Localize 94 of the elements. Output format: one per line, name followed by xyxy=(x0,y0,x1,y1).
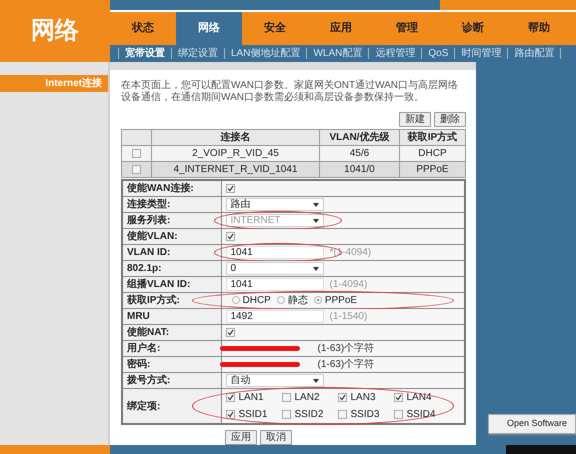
dropdown[interactable]: 路由 xyxy=(226,198,324,211)
checkbox[interactable] xyxy=(226,410,234,419)
field-label: MRU xyxy=(122,308,221,324)
table-button[interactable]: 新建 xyxy=(399,112,431,127)
checkbox[interactable] xyxy=(338,392,346,402)
field-label: 使能VLAN: xyxy=(122,228,221,244)
field-label: 绑定项: xyxy=(122,388,221,424)
checkbox-label: SSID4 xyxy=(406,409,436,420)
check-icon xyxy=(227,411,234,418)
checkbox-label: LAN3 xyxy=(350,392,376,403)
checkbox-label: SSID2 xyxy=(294,409,324,420)
table-cell: 45/6 xyxy=(320,146,400,162)
nav-tab[interactable]: 管理 xyxy=(374,12,440,45)
checkbox[interactable] xyxy=(282,392,290,402)
length-hint: (1-63)个字符 xyxy=(318,343,374,354)
nav-tab[interactable]: 状态 xyxy=(110,12,176,45)
form-button[interactable]: 应用 xyxy=(225,430,257,445)
field-label: 拨号方式: xyxy=(122,372,221,388)
radio-button[interactable] xyxy=(232,296,240,304)
checkbox[interactable] xyxy=(226,392,234,402)
column-header: 连接名 xyxy=(152,130,320,146)
radio-label: 静态 xyxy=(288,295,308,306)
checkbox-label: LAN4 xyxy=(406,392,432,403)
field-label: 组播VLAN ID: xyxy=(122,276,221,292)
sub-nav-link[interactable]: 路由配置 xyxy=(507,48,562,59)
row-checkbox[interactable] xyxy=(132,148,141,158)
range-hint: (1-1540) xyxy=(330,311,368,322)
field-label: 密码: xyxy=(122,356,221,372)
nav-tab[interactable]: 应用 xyxy=(308,12,374,45)
sub-nav-link[interactable]: 绑定设置 xyxy=(171,48,224,59)
sub-nav-link[interactable]: 远程管理 xyxy=(368,48,422,59)
checkbox-label: SSID3 xyxy=(350,409,380,420)
input-field[interactable]: 1041 xyxy=(226,278,324,291)
check-icon xyxy=(227,329,234,336)
logo-title: 网络 xyxy=(31,16,79,46)
checkbox[interactable] xyxy=(282,410,290,419)
field-label: 服务列表: xyxy=(122,212,221,228)
caret-icon xyxy=(312,218,318,222)
nav-tab[interactable]: 诊断 xyxy=(440,12,506,45)
check-icon xyxy=(227,233,234,240)
table-cell: 4_INTERNET_R_VID_1041 xyxy=(152,162,320,178)
checkbox[interactable] xyxy=(394,410,402,419)
radio-label: DHCP xyxy=(242,295,271,306)
table-cell: DHCP xyxy=(399,146,466,162)
table-cell: 2_VOIP_R_VID_45 xyxy=(152,146,320,162)
input-field[interactable]: 1492 xyxy=(226,310,324,323)
caret-icon xyxy=(312,378,318,382)
caret-icon xyxy=(312,266,318,270)
check-icon xyxy=(227,394,234,402)
sub-nav-link[interactable]: 宽带设置 xyxy=(118,48,171,59)
row-checkbox[interactable] xyxy=(132,164,141,174)
column-header: 获取IP方式 xyxy=(399,130,466,146)
checkbox[interactable] xyxy=(226,328,234,337)
dropdown[interactable]: 自动 xyxy=(226,374,324,387)
checkbox[interactable] xyxy=(338,410,346,419)
nav-tab[interactable]: 安全 xyxy=(242,12,308,45)
table-button[interactable]: 删除 xyxy=(434,112,466,127)
dropdown: INTERNET xyxy=(226,214,324,227)
nav-tab[interactable]: 网络 xyxy=(176,12,242,45)
checkbox-label: LAN1 xyxy=(238,392,264,403)
field-label: 获取IP方式: xyxy=(122,292,221,308)
range-hint: (1-4094) xyxy=(330,279,368,290)
field-label: VLAN ID: xyxy=(122,244,221,260)
table-cell: PPPoE xyxy=(399,162,466,178)
check-icon xyxy=(395,394,402,402)
sub-nav-link[interactable]: WLAN配置 xyxy=(306,48,368,59)
check-icon xyxy=(227,185,234,192)
caret-icon xyxy=(312,202,318,206)
field-label: 连接类型: xyxy=(122,196,221,212)
checkbox[interactable] xyxy=(394,392,402,402)
radio-button[interactable] xyxy=(276,296,285,304)
field-label: 802.1p: xyxy=(122,260,221,276)
radio-button[interactable] xyxy=(314,296,322,304)
checkbox-label: SSID1 xyxy=(238,409,268,420)
checkbox[interactable] xyxy=(226,184,234,193)
checkbox-label: LAN2 xyxy=(294,392,320,403)
check-icon xyxy=(339,394,346,402)
input-field[interactable]: 1041 xyxy=(226,246,324,259)
dropdown[interactable]: 0 xyxy=(226,262,324,275)
column-header: VLAN/优先级 xyxy=(320,130,400,146)
intro-text: 在本页面上，您可以配置WAN口参数。家庭网关ONT通过WAN口与高层网络设备通信，在通信期间WAN口参数需必须和高层设备参数保持一致。 xyxy=(121,80,460,104)
sub-nav-link[interactable]: 时间管理 xyxy=(454,48,508,59)
sub-nav-link[interactable]: LAN侧地址配置 xyxy=(224,48,306,59)
menu-item[interactable]: Open Software xyxy=(507,417,571,430)
checkbox[interactable] xyxy=(226,232,234,241)
table-cell: 1041/0 xyxy=(320,162,400,178)
field-label: 使能NAT: xyxy=(122,324,221,340)
form-button[interactable]: 取消 xyxy=(260,430,292,445)
nav-tab[interactable]: 帮助 xyxy=(506,12,572,45)
sub-nav-link[interactable]: QoS xyxy=(421,48,454,59)
field-label: 使能WAN连接: xyxy=(122,180,221,196)
length-hint: (1-63)个字符 xyxy=(318,359,374,370)
radio-label: PPPoE xyxy=(324,295,358,306)
field-label: 用户名: xyxy=(122,340,221,356)
